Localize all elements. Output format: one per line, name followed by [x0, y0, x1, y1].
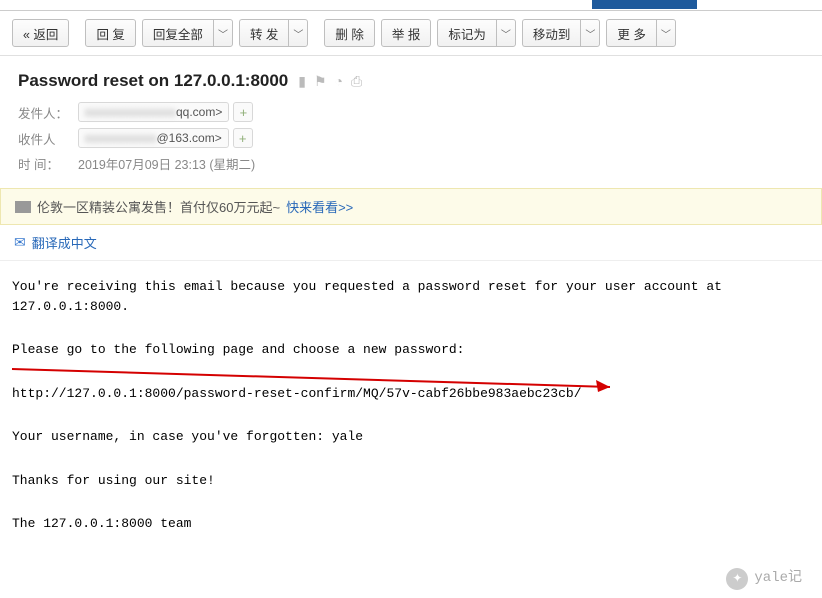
body-line-5: Thanks for using our site!: [12, 471, 810, 491]
reply-button[interactable]: 回 复: [85, 19, 135, 47]
more-dropdown[interactable]: ﹀: [656, 19, 676, 47]
move-to-button[interactable]: 移动到: [522, 19, 581, 47]
more-split: 更 多 ﹀: [606, 19, 675, 47]
watermark-text: yale记: [754, 568, 802, 589]
subject-text: Password reset on 127.0.0.1:8000: [18, 71, 288, 91]
reply-all-dropdown[interactable]: ﹀: [213, 19, 233, 47]
translate-bar: ✉ 翻译成中文: [0, 225, 822, 261]
to-row: 收件人 xxxxxxxxxxx @163.com> +: [18, 125, 804, 151]
watermark: ✦ yale记: [726, 568, 802, 590]
forward-dropdown[interactable]: ﹀: [288, 19, 308, 47]
ad-icon: [15, 201, 31, 213]
flag-icon[interactable]: ⚑: [314, 73, 327, 90]
body-line-1: You're receiving this email because you …: [12, 277, 810, 316]
to-redacted: xxxxxxxxxxx: [85, 131, 157, 145]
forward-split: 转 发 ﹀: [239, 19, 308, 47]
from-row: 发件人： xxxxxxxxxxxxxx qq.com> +: [18, 99, 804, 125]
body-line-2: Please go to the following page and choo…: [12, 340, 810, 360]
translate-link[interactable]: 翻译成中文: [32, 233, 97, 252]
body-link: http://127.0.0.1:8000/password-reset-con…: [12, 384, 810, 404]
mark-as-button[interactable]: 标记为: [437, 19, 496, 47]
to-pill[interactable]: xxxxxxxxxxx @163.com>: [78, 128, 229, 148]
from-suffix: qq.com>: [176, 105, 222, 119]
time-row: 时 间： 2019年07月09日 23:13 (星期二): [18, 151, 804, 176]
toolbar: « 返回 回 复 回复全部 ﹀ 转 发 ﹀ 删 除 举 报 标记为 ﹀ 移动到 …: [0, 11, 822, 56]
to-add-contact[interactable]: +: [233, 128, 253, 148]
back-button[interactable]: « 返回: [12, 19, 69, 47]
reply-all-button[interactable]: 回复全部: [142, 19, 213, 47]
mail-body: You're receiving this email because you …: [0, 261, 822, 598]
move-to-dropdown[interactable]: ﹀: [580, 19, 600, 47]
from-redacted: xxxxxxxxxxxxxx: [85, 105, 176, 119]
meta-block: 发件人： xxxxxxxxxxxxxx qq.com> + 收件人 xxxxxx…: [0, 99, 822, 188]
report-button[interactable]: 举 报: [381, 19, 431, 47]
to-label: 收件人: [18, 129, 78, 148]
translate-icon: ✉: [14, 234, 26, 251]
ad-link[interactable]: 快来看看>>: [286, 197, 353, 216]
body-line-6: The 127.0.0.1:8000 team: [12, 514, 810, 534]
mark-as-split: 标记为 ﹀: [437, 19, 516, 47]
body-line-4: Your username, in case you've forgotten:…: [12, 427, 810, 447]
bookmark-icon[interactable]: ▮: [298, 73, 306, 90]
print-icon[interactable]: ⎙: [351, 73, 362, 90]
forward-button[interactable]: 转 发: [239, 19, 288, 47]
mark-as-dropdown[interactable]: ﹀: [496, 19, 516, 47]
window-tab-strip: [0, 0, 822, 11]
from-add-contact[interactable]: +: [233, 102, 253, 122]
reply-all-split: 回复全部 ﹀: [142, 19, 233, 47]
time-label: 时 间：: [18, 154, 78, 173]
ad-text: 伦敦一区精装公寓发售！首付仅60万元起~: [37, 197, 280, 216]
clock-icon[interactable]: ◔: [335, 73, 343, 90]
subject-row: Password reset on 127.0.0.1:8000 ▮ ⚑ ◔ ⎙: [0, 56, 822, 99]
to-suffix: @163.com>: [157, 131, 222, 145]
from-label: 发件人：: [18, 103, 78, 122]
wechat-icon: ✦: [726, 568, 748, 590]
from-pill[interactable]: xxxxxxxxxxxxxx qq.com>: [78, 102, 229, 122]
ad-bar: 伦敦一区精装公寓发售！首付仅60万元起~ 快来看看>>: [0, 188, 822, 225]
more-button[interactable]: 更 多: [606, 19, 655, 47]
move-to-split: 移动到 ﹀: [522, 19, 601, 47]
delete-button[interactable]: 删 除: [324, 19, 374, 47]
subject-actions: ▮ ⚑ ◔ ⎙: [298, 73, 362, 90]
time-value: 2019年07月09日 23:13 (星期二): [78, 154, 255, 173]
